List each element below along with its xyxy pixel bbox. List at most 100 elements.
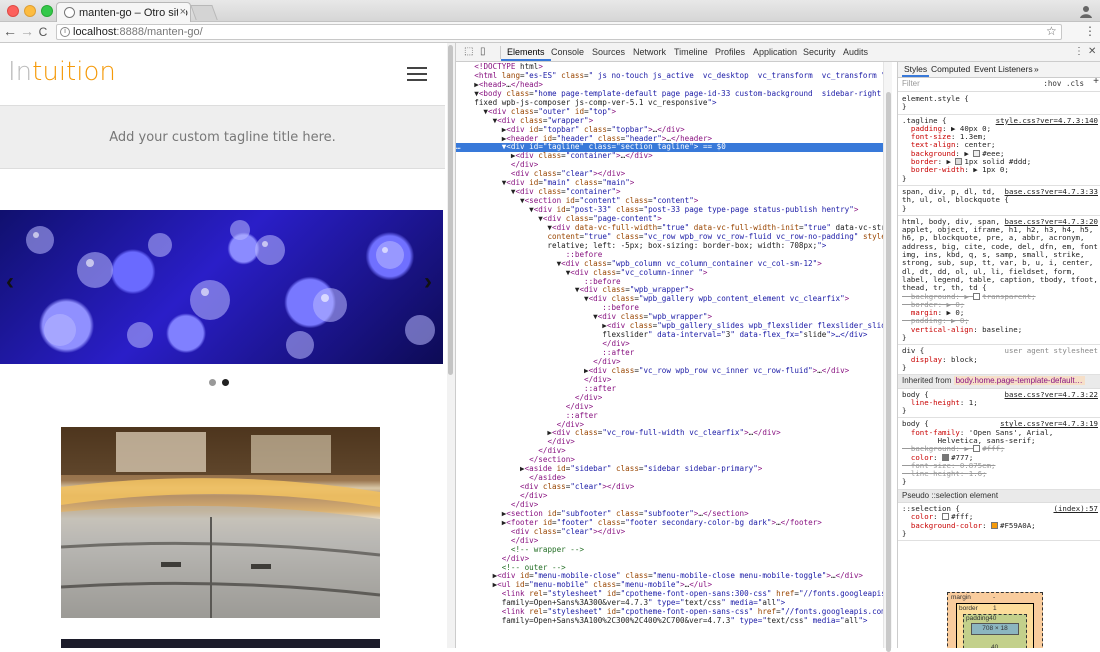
dom-node-line[interactable]: ▶<ul id="menu-mobile" class="menu-mobile… xyxy=(456,581,883,590)
css-property[interactable]: color: #777; xyxy=(902,453,1098,462)
tab-styles[interactable]: Styles xyxy=(901,65,930,78)
dom-node-line[interactable]: ▼<div class="wpb_wrapper"> xyxy=(456,286,883,295)
dom-node-line[interactable]: ▶<head>…</head> xyxy=(456,81,883,90)
dom-node-line[interactable]: ▼<div data-vc-full-width="true" data-vc-… xyxy=(456,224,883,233)
dom-node-line[interactable]: content="true" class="vc_row wpb_row vc_… xyxy=(456,233,883,242)
tab-console[interactable]: Console xyxy=(551,47,584,57)
color-swatch[interactable] xyxy=(973,445,981,453)
css-property[interactable]: font-family: 'Open Sans', Arial, xyxy=(902,429,1098,437)
dom-node-line[interactable]: ::after xyxy=(456,412,883,421)
dom-node-line[interactable]: ▶<div id="menu-mobile-close" class="menu… xyxy=(456,572,883,581)
tab-sources[interactable]: Sources xyxy=(592,47,625,57)
selection-rule[interactable]: (index):57::selection { color: #fff; bac… xyxy=(898,503,1100,542)
dom-node-line[interactable]: ▶<footer id="footer" class="footer secon… xyxy=(456,519,883,528)
rule-source-link[interactable]: base.css?ver=4.7.3:22 xyxy=(1005,390,1098,399)
color-swatch[interactable] xyxy=(942,513,950,521)
selected-dom-node[interactable]: … ▼<div id="tagline" class="section tagl… xyxy=(456,143,883,153)
dom-node-line[interactable]: </aside> xyxy=(456,474,883,483)
css-property[interactable]: line-height: 1; xyxy=(902,399,1098,407)
dom-node-line[interactable]: <link rel="stylesheet" id="cpotheme-font… xyxy=(456,590,883,599)
image-slider[interactable]: ‹ › xyxy=(0,210,443,364)
tagline-rule[interactable]: style.css?ver=4.7.3:140 .tagline { paddin… xyxy=(898,115,1100,186)
address-bar[interactable]: i localhost:8888/manten-go/ xyxy=(56,24,1062,40)
body-base-rule[interactable]: base.css?ver=4.7.3:22 body { line-height:… xyxy=(898,389,1100,419)
body-style-rule[interactable]: style.css?ver=4.7.3:19 body { font-family… xyxy=(898,418,1100,490)
profile-icon[interactable] xyxy=(1078,3,1094,19)
site-logo[interactable]: Intuition xyxy=(8,57,116,87)
css-property[interactable]: vertical-align: baseline; xyxy=(902,326,1098,334)
slider-next-button[interactable]: › xyxy=(424,268,432,296)
dom-node-line[interactable]: </div> xyxy=(456,394,883,403)
browser-tab[interactable]: manten-go – Otro sitio realizado × xyxy=(56,2,191,23)
color-swatch[interactable] xyxy=(991,521,999,529)
dom-node-line[interactable]: </div> xyxy=(456,161,883,170)
tab-security[interactable]: Security xyxy=(803,47,836,57)
dom-node-line[interactable]: ▶<section id="subfooter" class="subfoote… xyxy=(456,510,883,519)
css-property[interactable]: font-size: 1.3em; xyxy=(902,133,1098,141)
dom-node-line[interactable]: ▼<div class="wpb_column vc_column_contai… xyxy=(456,260,883,269)
dom-node-line[interactable]: <div class="clear"></div> xyxy=(456,170,883,179)
dom-node-line[interactable]: fixed wpb-js-composer js-comp-ver-5.1 vc… xyxy=(456,99,883,108)
dom-node-line[interactable]: ▼<div class="wrapper"> xyxy=(456,117,883,126)
dom-node-line[interactable]: ▼<div class="wpb_wrapper"> xyxy=(456,313,883,322)
new-tab-button[interactable] xyxy=(190,5,218,20)
maximize-window-button[interactable] xyxy=(41,5,53,17)
tab-network[interactable]: Network xyxy=(633,47,666,57)
dom-node-line[interactable]: family=Open+Sans%3A300&ver=4.7.3" type="… xyxy=(456,599,883,608)
dom-node-line[interactable]: ▼<div id="main" class="main"> xyxy=(456,179,883,188)
css-property[interactable]: background: ▶ #fff; xyxy=(902,445,1098,453)
menu-hamburger-icon[interactable] xyxy=(407,67,427,81)
dom-node-line[interactable]: <!-- wrapper --> xyxy=(456,546,883,555)
dom-node-line[interactable]: ::before xyxy=(456,251,883,260)
tab-profiles[interactable]: Profiles xyxy=(715,47,745,57)
inspect-element-icon[interactable]: ⬚ xyxy=(464,46,473,57)
dom-node-line[interactable]: </div> xyxy=(456,447,883,456)
dom-node-line[interactable]: </div> xyxy=(456,421,883,430)
dom-node-line[interactable]: <html lang="es-ES" class=" js no-touch j… xyxy=(456,72,883,81)
dom-node-line[interactable]: <div class="clear"></div> xyxy=(456,528,883,537)
css-property[interactable]: border-width: ▶ 1px 0; xyxy=(902,166,1098,174)
dom-node-line[interactable]: ▼<div class="vc_column-inner "> xyxy=(456,269,883,278)
dom-node-line[interactable]: </div> xyxy=(456,438,883,447)
devtools-close-icon[interactable]: ✕ xyxy=(1088,46,1096,57)
rule-source-link[interactable]: style.css?ver=4.7.3:140 xyxy=(996,116,1098,125)
dom-node-line[interactable]: </div> xyxy=(456,492,883,501)
dom-node-line[interactable]: relative; left: -5px; box-sizing: border… xyxy=(456,242,883,251)
slider-dot-1[interactable] xyxy=(209,379,216,386)
dom-node-line[interactable]: ▼<div id="post-33" class="post-33 page t… xyxy=(456,206,883,215)
dom-node-line[interactable]: </div> xyxy=(456,403,883,412)
dom-node-line[interactable]: ▶<header id="header" class="header">…</h… xyxy=(456,135,883,144)
dom-node-line[interactable]: </div> xyxy=(456,376,883,385)
css-property[interactable]: background: ▶ transparent; xyxy=(902,292,1098,301)
cls-toggle[interactable]: .cls xyxy=(1066,79,1084,88)
css-property[interactable]: background: ▶ #eee; xyxy=(902,149,1098,158)
close-window-button[interactable] xyxy=(7,5,19,17)
dom-node-line[interactable]: <link rel="stylesheet" id="cpotheme-font… xyxy=(456,608,883,617)
dom-node-line[interactable]: ▶<div class="container">…</div> xyxy=(456,152,883,161)
color-swatch[interactable] xyxy=(955,158,963,166)
bookmark-star-icon[interactable]: ☆ xyxy=(1046,24,1057,38)
tab-more[interactable]: » xyxy=(1034,65,1039,74)
slider-prev-button[interactable]: ‹ xyxy=(6,268,14,296)
dom-node-line[interactable]: </div> xyxy=(456,358,883,367)
new-rule-button[interactable]: + xyxy=(1093,76,1099,86)
elements-tree[interactable]: <!DOCTYPE html> <html lang="es-ES" class… xyxy=(456,62,883,648)
css-property[interactable]: display: block; xyxy=(902,356,1098,364)
tab-computed[interactable]: Computed xyxy=(931,65,970,74)
dom-node-line[interactable]: ▶<div id="topbar" class="topbar">…</div> xyxy=(456,126,883,135)
dom-node-line[interactable]: ::before xyxy=(456,278,883,287)
tab-elements[interactable]: Elements xyxy=(501,47,550,61)
dom-node-line[interactable]: ▶<aside id="sidebar" class="sidebar side… xyxy=(456,465,883,474)
dom-node-line[interactable]: ::after xyxy=(456,349,883,358)
website-scrollbar[interactable] xyxy=(447,43,455,648)
minimize-window-button[interactable] xyxy=(24,5,36,17)
css-property[interactable]: margin: ▶ 0; xyxy=(902,309,1098,317)
forward-button[interactable]: → xyxy=(19,23,35,39)
hov-toggle[interactable]: :hov xyxy=(1043,79,1061,88)
css-property[interactable]: color: #fff; xyxy=(902,513,1098,521)
dom-node-line[interactable]: ▶<div class="wpb_gallery_slides wpb_flex… xyxy=(456,322,883,331)
rule-source-link[interactable]: (index):57 xyxy=(1054,504,1099,513)
css-property[interactable]: border: ▶ 0; xyxy=(902,301,1098,309)
dom-node-line[interactable]: flexslider" data-interval="3" data-flex_… xyxy=(456,331,883,340)
devtools-menu-icon[interactable]: ⋮ xyxy=(1074,46,1084,57)
